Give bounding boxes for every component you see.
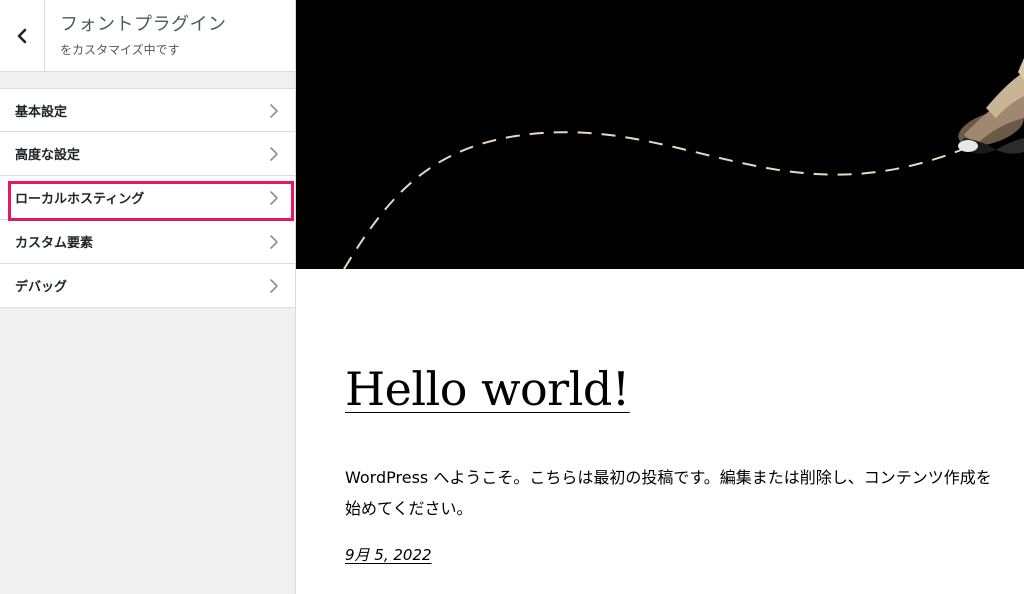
menu-item-basic-settings[interactable]: 基本設定	[0, 88, 295, 132]
chevron-right-icon	[270, 104, 278, 118]
back-button[interactable]	[0, 0, 45, 71]
menu-item-label: ローカルホスティング	[15, 192, 145, 207]
hero-illustration	[343, 58, 1024, 269]
chevron-right-icon	[270, 279, 278, 293]
menu-item-custom-elements[interactable]: カスタム要素	[0, 220, 295, 264]
menu-item-label: カスタム要素	[15, 236, 94, 251]
section-menu: 基本設定 高度な設定 ローカルホスティング カスタム要素 デバッグ	[0, 88, 295, 308]
sidebar-header: フォントプラグイン をカスタマイズ中です	[0, 0, 295, 72]
menu-item-label: 基本設定	[15, 105, 68, 120]
chevron-right-icon	[270, 191, 278, 205]
hero-image	[296, 0, 1024, 269]
panel-title: フォントプラグイン	[60, 14, 227, 35]
post-title-link[interactable]: Hello world!	[345, 362, 630, 416]
menu-item-debug[interactable]: デバッグ	[0, 264, 295, 308]
chevron-right-icon	[270, 147, 278, 161]
menu-item-label: 高度な設定	[15, 148, 81, 163]
bird-illustration	[958, 58, 1024, 154]
menu-item-advanced-settings[interactable]: 高度な設定	[0, 132, 295, 176]
dashed-flight-path	[343, 131, 962, 269]
menu-item-label: デバッグ	[15, 280, 68, 295]
chevron-left-icon	[17, 28, 27, 43]
site-preview: Hello world! WordPress へようこそ。こちらは最初の投稿です…	[296, 0, 1024, 594]
post-excerpt: WordPress へようこそ。こちらは最初の投稿です。編集または削除し、コンテ…	[345, 468, 992, 518]
post-date-link[interactable]: 9月 5, 2022	[345, 544, 432, 565]
panel-subtitle: をカスタマイズ中です	[60, 43, 180, 57]
chevron-right-icon	[270, 235, 278, 249]
customizer-sidebar: フォントプラグイン をカスタマイズ中です 基本設定 高度な設定 ローカルホスティ…	[0, 0, 296, 594]
menu-item-local-hosting[interactable]: ローカルホスティング	[0, 176, 295, 220]
